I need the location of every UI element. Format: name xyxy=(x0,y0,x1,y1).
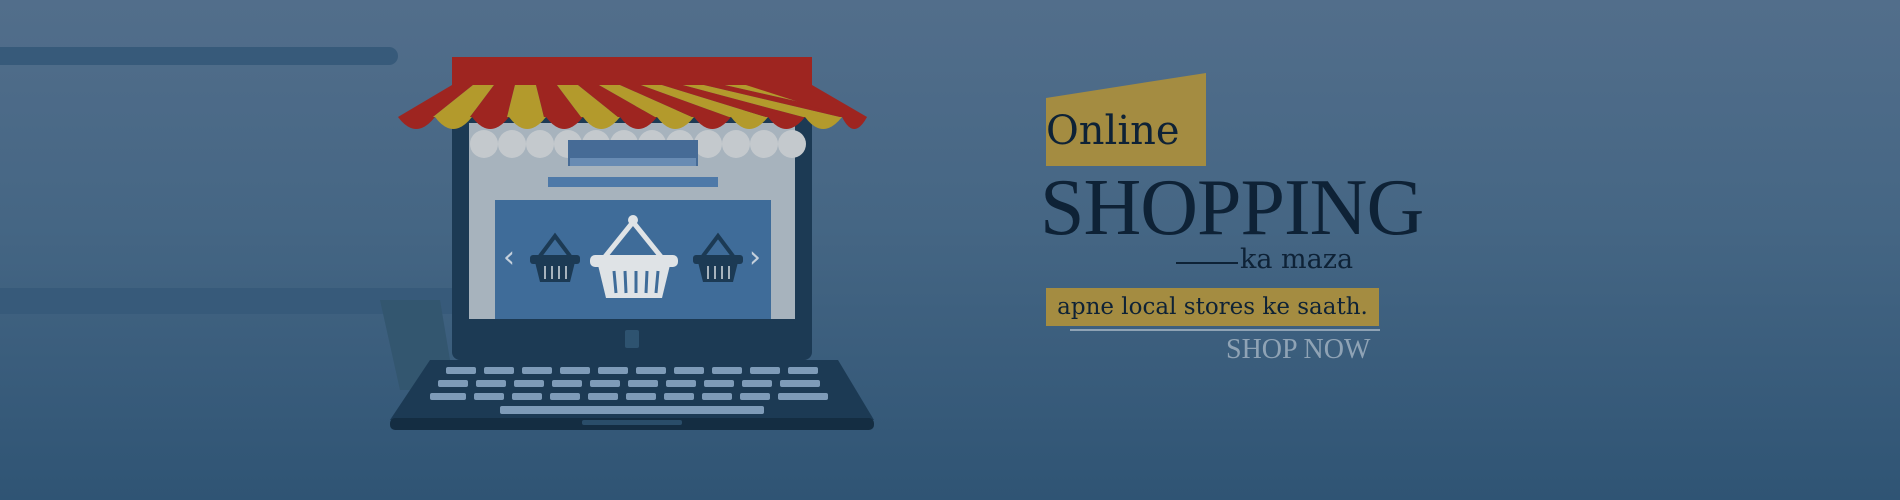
headline-maza-row: ka maza xyxy=(1176,244,1353,275)
promo-block: Online SHOPPING ka maza apne local store… xyxy=(1040,68,1424,388)
cta-divider xyxy=(1070,329,1380,331)
tagline-text: apne local stores ke saath. xyxy=(1057,294,1368,320)
awning-stripes xyxy=(398,85,867,117)
shop-now-link[interactable]: SHOP NOW xyxy=(1226,334,1370,366)
carousel-next-arrow[interactable]: › xyxy=(749,240,761,275)
carousel-prev-arrow[interactable]: ‹ xyxy=(503,240,515,275)
hero-banner: ‹ › Online SHOPPING ka maza apne local s… xyxy=(0,0,1900,500)
tagline-box: apne local stores ke saath. xyxy=(1046,288,1379,326)
laptop-camera xyxy=(625,330,639,348)
headline-shopping: SHOPPING xyxy=(1040,164,1424,252)
maza-dash xyxy=(1176,261,1238,264)
laptop-storefront-icon: ‹ › xyxy=(380,57,874,430)
headline-maza: ka maza xyxy=(1240,244,1354,275)
awning-top xyxy=(452,57,812,85)
headline-online: Online xyxy=(1046,108,1180,154)
menu-bar xyxy=(548,177,718,187)
